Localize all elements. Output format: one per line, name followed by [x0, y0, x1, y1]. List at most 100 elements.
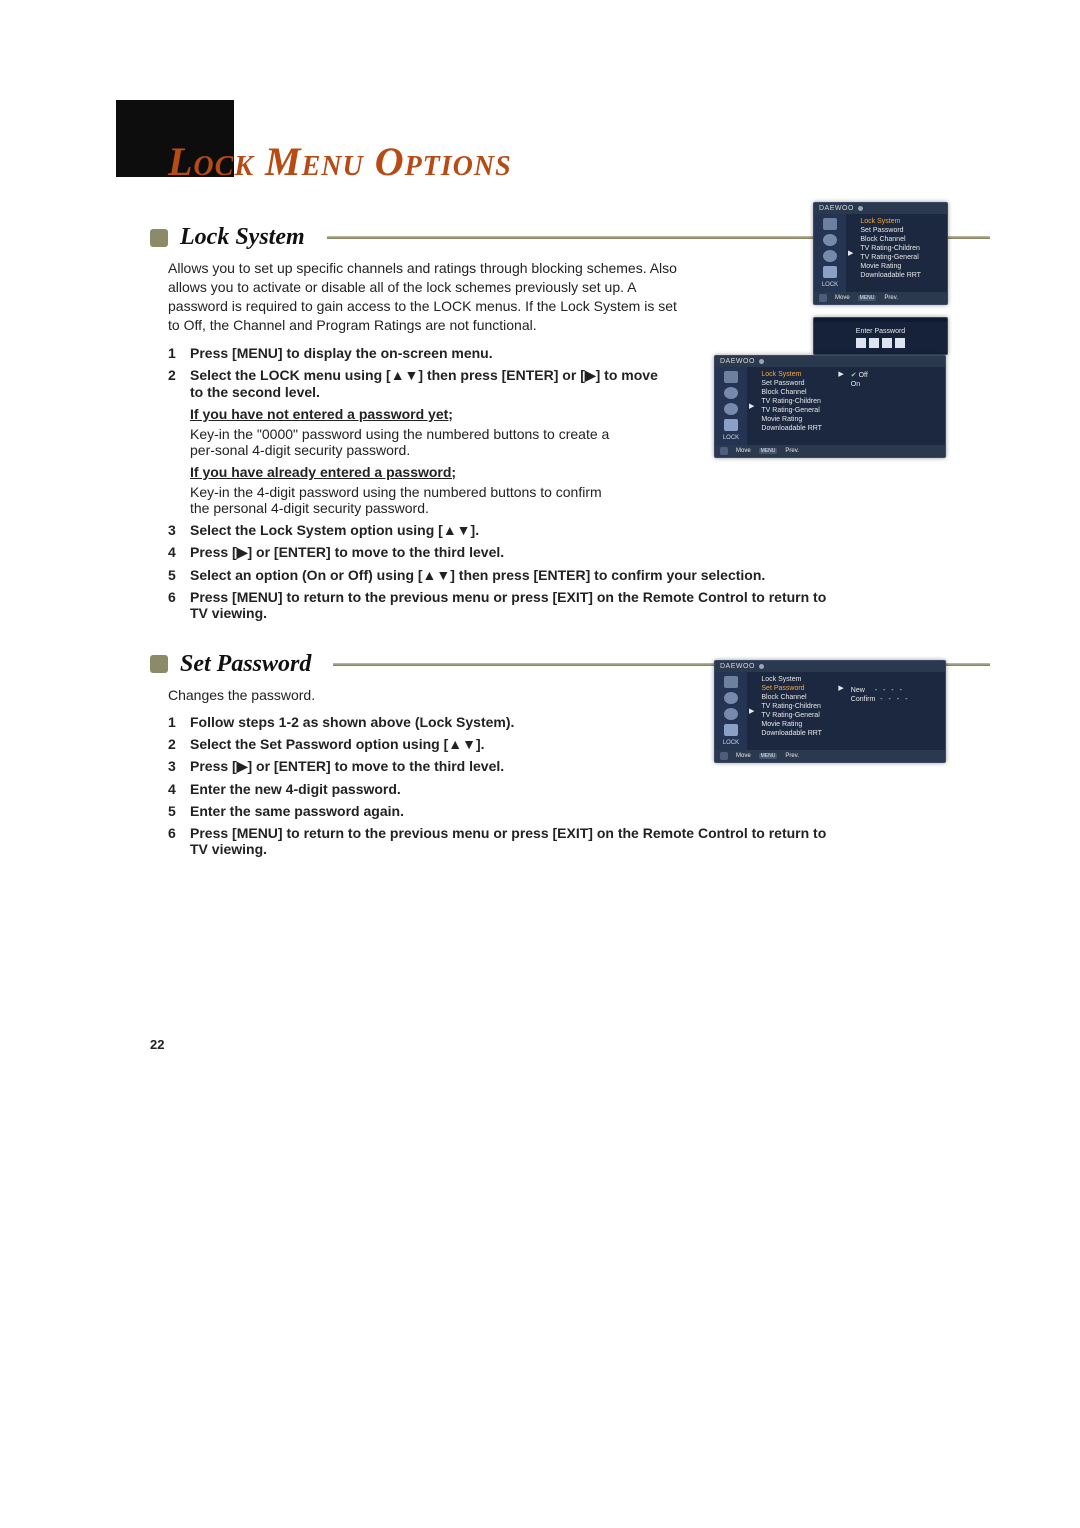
- step-text: Press [MENU] to return to the previous m…: [190, 589, 830, 621]
- footer-prev: Prev.: [884, 295, 898, 301]
- brand-logo-icon: [759, 664, 764, 669]
- chevron-right-icon: ▶: [838, 684, 843, 692]
- menu-item-block-channel: Block Channel: [860, 235, 930, 244]
- osd-value-list: New - - - - Confirm - - - -: [846, 672, 915, 750]
- digit-placeholder-row: - - - -: [875, 687, 904, 694]
- osd-footer: Move MENU Prev.: [814, 292, 947, 304]
- page-number: 22: [150, 1037, 164, 1052]
- osd-tab-label: LOCK: [723, 740, 739, 746]
- substep-heading-already-entered: If you have already entered a password;: [190, 464, 610, 480]
- option-on: On: [851, 380, 868, 389]
- menu-item-movie-rating: Movie Rating: [761, 720, 831, 729]
- osd-value-list: Off On: [846, 367, 873, 445]
- osd-tab-label: LOCK: [822, 282, 838, 288]
- menu-item-tv-rating-children: TV Rating-Children: [761, 397, 831, 406]
- osd-brand: DAEWOO: [715, 661, 945, 672]
- section-title: Lock System: [180, 224, 315, 251]
- osd-brand: DAEWOO: [814, 203, 947, 214]
- step-text: Press [▶] or [ENTER] to move to the thir…: [190, 544, 504, 560]
- gear-icon: [823, 234, 837, 246]
- osd-brand: DAEWOO: [715, 356, 945, 367]
- menu-button-icon: MENU: [858, 295, 877, 301]
- step-5: Select an option (On or Off) using [▲▼] …: [168, 567, 990, 583]
- brand-logo-icon: [759, 359, 764, 364]
- lock-icon: [823, 266, 837, 278]
- step-text: Press [MENU] to return to the previous m…: [190, 825, 830, 857]
- step-text: Select the Lock System option using [▲▼]…: [190, 522, 479, 538]
- menu-button-icon: MENU: [759, 753, 778, 759]
- step-3: Select the Lock System option using [▲▼]…: [168, 522, 990, 538]
- digit-placeholder-row: - - - -: [880, 696, 909, 703]
- chevron-right-icon: ▶: [749, 402, 754, 410]
- gear-icon: [724, 708, 738, 720]
- footer-move: Move: [835, 295, 850, 301]
- gear-icon: [823, 250, 837, 262]
- osd-screenshot-lock-system-options: DAEWOO LOCK ▶ Lock System Set Password B…: [714, 355, 946, 458]
- spacer: [851, 675, 910, 686]
- dpad-icon: [720, 447, 728, 455]
- menu-item-block-channel: Block Channel: [761, 388, 831, 397]
- menu-item-downloadable-rrt: Downloadable RRT: [761, 424, 831, 433]
- osd-sidebar: LOCK: [715, 672, 747, 750]
- step-6: Press [MENU] to return to the previous m…: [168, 589, 990, 621]
- step-text: Select the LOCK menu using [▲▼] then pre…: [190, 367, 660, 400]
- digit-box: [895, 338, 905, 348]
- manual-page: Lock Menu Options Lock System Allows you…: [0, 0, 1080, 1528]
- menu-item-tv-rating-general: TV Rating-General: [860, 253, 930, 262]
- step-text: Press [▶] or [ENTER] to move to the thir…: [190, 758, 504, 774]
- field-confirm: Confirm - - - -: [851, 695, 910, 704]
- step-4: Press [▶] or [ENTER] to move to the thir…: [168, 544, 990, 561]
- menu-item-set-password: Set Password: [761, 379, 831, 388]
- option-off: Off: [851, 370, 868, 380]
- menu-item-set-password: Set Password: [761, 684, 831, 693]
- chevron-right-icon: ▶: [749, 707, 754, 715]
- brand-logo-icon: [858, 206, 863, 211]
- osd-tab-label: LOCK: [723, 435, 739, 441]
- step-text: Press [MENU] to display the on-screen me…: [190, 345, 493, 361]
- menu-item-movie-rating: Movie Rating: [761, 415, 831, 424]
- brand-text: DAEWOO: [819, 205, 854, 212]
- content-area: Lock System Allows you to set up specifi…: [150, 210, 990, 863]
- chevron-right-icon: ▶: [848, 249, 853, 257]
- menu-item-downloadable-rrt: Downloadable RRT: [860, 271, 930, 280]
- digit-box: [856, 338, 866, 348]
- gear-icon: [724, 692, 738, 704]
- page-title: Lock Menu Options: [168, 138, 512, 185]
- osd-screenshot-set-password: DAEWOO LOCK ▶ Lock System Set Password B…: [714, 660, 946, 763]
- step-text: Follow steps 1-2 as shown above (Lock Sy…: [190, 714, 514, 730]
- menu-item-block-channel: Block Channel: [761, 693, 831, 702]
- gear-icon: [724, 387, 738, 399]
- osd-sidebar: LOCK: [814, 214, 846, 292]
- osd-enter-password: Enter Password: [813, 317, 948, 355]
- footer-prev: Prev.: [785, 753, 799, 759]
- footer-move: Move: [736, 753, 751, 759]
- osd-screenshot-lock-menu-level1: DAEWOO LOCK ▶ Lock System Set Password B…: [813, 202, 948, 305]
- digit-box: [869, 338, 879, 348]
- field-label-confirm: Confirm: [851, 696, 876, 703]
- tv-icon: [823, 218, 837, 230]
- menu-item-set-password: Set Password: [860, 226, 930, 235]
- osd-footer: Move MENU Prev.: [715, 750, 945, 762]
- menu-item-tv-rating-general: TV Rating-General: [761, 711, 831, 720]
- brand-text: DAEWOO: [720, 663, 755, 670]
- enter-password-label: Enter Password: [814, 328, 947, 335]
- lock-system-intro: Allows you to set up specific channels a…: [168, 259, 678, 335]
- step-text: Enter the same password again.: [190, 803, 404, 819]
- footer-prev: Prev.: [785, 448, 799, 454]
- osd-sidebar: LOCK: [715, 367, 747, 445]
- chevron-right-icon: ▶: [838, 370, 843, 378]
- section-bullet-icon: [150, 655, 168, 673]
- menu-item-tv-rating-children: TV Rating-Children: [761, 702, 831, 711]
- brand-text: DAEWOO: [720, 358, 755, 365]
- step-4: Enter the new 4-digit password.: [168, 781, 990, 797]
- menu-item-downloadable-rrt: Downloadable RRT: [761, 729, 831, 738]
- osd-menu-list: Lock System Set Password Block Channel T…: [756, 367, 836, 445]
- step-text: Enter the new 4-digit password.: [190, 781, 401, 797]
- substep-body-already-entered: Key-in the 4-digit password using the nu…: [190, 484, 610, 516]
- step-5: Enter the same password again.: [168, 803, 990, 819]
- menu-button-icon: MENU: [759, 448, 778, 454]
- dpad-icon: [819, 294, 827, 302]
- gear-icon: [724, 403, 738, 415]
- field-label-new: New: [851, 687, 865, 694]
- step-text: Select the Set Password option using [▲▼…: [190, 736, 485, 752]
